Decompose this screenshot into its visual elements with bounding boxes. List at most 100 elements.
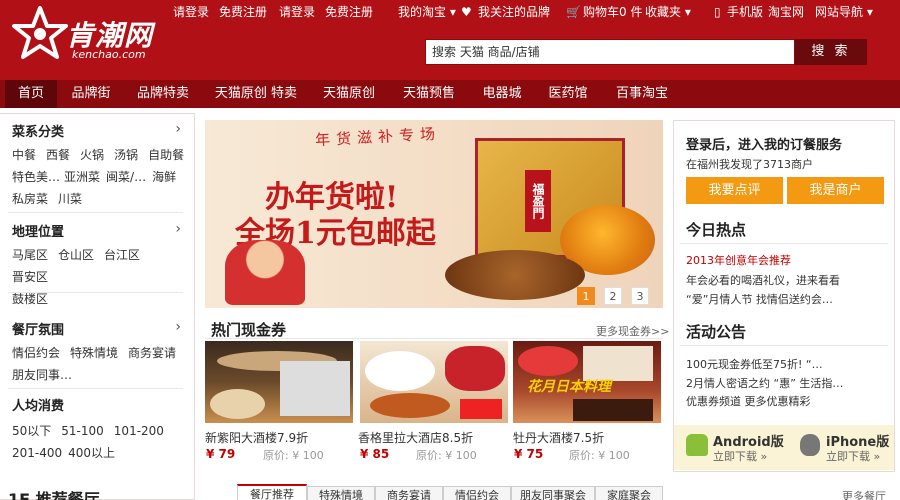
nav-item-brand-street[interactable]: 品牌街 <box>62 80 120 108</box>
search-input[interactable]: 搜索 天猫 商品/店铺 <box>425 39 795 65</box>
ambience-link[interactable]: 特殊情境 <box>70 346 118 360</box>
coupon-name[interactable]: 新紫阳大酒楼7.9折 <box>205 429 308 446</box>
floor-tab[interactable]: 朋友同事聚会 <box>511 486 595 500</box>
search-button[interactable]: 搜 索 <box>795 39 867 65</box>
location-links: 马尾区 仓山区 台江区晋安区 鼓楼区 <box>12 244 187 310</box>
price-link[interactable]: 50以下 <box>12 424 51 438</box>
cuisine-link[interactable]: 私房菜 <box>12 192 48 206</box>
hot-topic-link[interactable]: “爱”月情人节 找情侣送约会… <box>686 291 833 307</box>
hot-topic-link[interactable]: 2013年创意年会推荐 <box>686 252 791 268</box>
chevron-right-icon[interactable]: › <box>175 319 181 335</box>
android-icon[interactable] <box>686 434 708 456</box>
activity-link[interactable]: 优惠券频道 更多优惠精彩 <box>686 393 811 409</box>
hot-topic-link[interactable]: 年会必看的喝酒礼仪，进来看看 <box>686 272 840 288</box>
dish-shape <box>370 393 450 418</box>
chevron-right-icon[interactable]: › <box>175 121 181 137</box>
merchant-button[interactable]: 我是商户 <box>787 177 884 204</box>
taobao-link[interactable]: 淘宝网 <box>768 0 804 24</box>
site-nav-menu[interactable]: 网站导航 ▾ <box>815 0 873 24</box>
location-section: 地理位置 › 马尾区 仓山区 台江区晋安区 鼓楼区 <box>12 221 187 310</box>
coupon-name[interactable]: 香格里拉大酒店8.5折 <box>358 429 473 446</box>
cuisine-link[interactable]: 中餐 <box>12 148 36 162</box>
price-link[interactable]: 51-100 <box>61 424 104 438</box>
login-link-1[interactable]: 请登录 <box>173 0 209 24</box>
logo-domain: kenchao.com <box>72 48 146 61</box>
activity-link[interactable]: 2月情人密语之约 “惠” 生活指… <box>686 375 843 391</box>
mobile-icon: ▯ <box>714 5 721 19</box>
floor-tab[interactable]: 情侣约会 <box>443 486 511 500</box>
location-link[interactable]: 仓山区 <box>58 248 94 262</box>
cuisine-link[interactable]: 汤锅 <box>114 148 138 162</box>
coupon-original-price: 原价: ¥ 100 <box>416 449 477 462</box>
ambience-link[interactable]: 商务宴请 <box>128 346 176 360</box>
cuisine-link[interactable]: 闽菜/… <box>106 170 146 184</box>
banner-ribbon: 年货滋补专场 <box>314 124 442 150</box>
ambience-section: 餐厅氛围 › 情侣约会 特殊情境 商务宴请 朋友同事… <box>12 319 187 386</box>
dish-plate-shape <box>280 361 350 416</box>
location-link[interactable]: 鼓楼区 <box>12 292 48 306</box>
price-section: 人均消费 50以下 51-100 101-200 201-400 400以上 <box>12 395 187 464</box>
nav-item-home[interactable]: 首页 <box>5 80 57 108</box>
banner-page-dot[interactable]: 3 <box>631 287 649 305</box>
cuisine-link[interactable]: 海鲜 <box>152 170 176 184</box>
mobile-link[interactable]: 手机版 <box>727 0 763 24</box>
banner-page-dot[interactable]: 2 <box>604 287 622 305</box>
coupon-name[interactable]: 牡丹大酒楼7.5折 <box>513 429 604 446</box>
chevron-down-icon: ▾ <box>684 5 691 19</box>
favorites-menu[interactable]: 收藏夹 ▾ <box>645 0 691 24</box>
cuisine-link[interactable]: 特色美… <box>12 170 60 184</box>
price-link[interactable]: 201-400 <box>12 446 62 460</box>
cuisine-link[interactable]: 火锅 <box>80 148 104 162</box>
apple-icon[interactable] <box>800 434 820 456</box>
nav-item-tmall-original[interactable]: 天猫原创 <box>315 80 383 108</box>
location-link[interactable]: 台江区 <box>104 248 140 262</box>
site-logo[interactable]: 肯潮网 kenchao.com <box>10 4 160 64</box>
coupon-image[interactable] <box>205 341 353 423</box>
nav-item-brand-sale[interactable]: 品牌特卖 <box>128 80 198 108</box>
nav-item-tmall-original-sale[interactable]: 天猫原创 特卖 <box>210 80 302 108</box>
price-link[interactable]: 101-200 <box>114 424 164 438</box>
login-link-2[interactable]: 请登录 <box>279 0 315 24</box>
register-link-1[interactable]: 免费注册 <box>219 0 267 24</box>
fav-brand-link[interactable]: 我关注的品牌 <box>478 0 550 24</box>
floor-tab[interactable]: 餐厅推荐 <box>237 484 307 500</box>
ambience-link[interactable]: 朋友同事… <box>12 368 72 382</box>
activity-link[interactable]: 100元现金券低至75折! “… <box>686 356 823 372</box>
iphone-download-link[interactable]: 立即下载 » <box>826 448 880 464</box>
nav-item-appliance[interactable]: 电器城 <box>474 80 530 108</box>
ambience-title[interactable]: 餐厅氛围 <box>12 319 187 338</box>
location-link[interactable]: 晋安区 <box>12 270 48 284</box>
banner-page-dot[interactable]: 1 <box>577 287 595 305</box>
register-link-2[interactable]: 免费注册 <box>325 0 373 24</box>
floor-tab[interactable]: 家庭聚会 <box>595 486 663 500</box>
review-button[interactable]: 我要点评 <box>686 177 783 204</box>
more-coupons-link[interactable]: 更多现金券>> <box>596 323 669 339</box>
site-nav-label: 网站导航 <box>815 5 864 19</box>
nav-item-tmall-presale[interactable]: 天猫预售 <box>395 80 463 108</box>
cuisine-link[interactable]: 亚洲菜 <box>64 170 100 184</box>
chevron-right-icon[interactable]: › <box>175 221 181 237</box>
more-restaurants-link[interactable]: 更多餐厅>> <box>842 488 900 500</box>
cart-icon: 🛒 <box>566 5 581 19</box>
table-shape <box>573 399 653 421</box>
cuisine-link[interactable]: 自助餐 <box>148 148 184 162</box>
divider <box>8 212 183 213</box>
floor-tab[interactable]: 特殊情境 <box>307 486 375 500</box>
coupon-image[interactable]: 花月日本料理 <box>513 341 661 423</box>
android-download-link[interactable]: 立即下载 » <box>713 448 767 464</box>
coupon-image[interactable] <box>360 341 508 423</box>
promo-banner[interactable]: 年货滋补专场 办年货啦! 全场1元包邮起 福盈門 <box>205 120 663 308</box>
floor-tab[interactable]: 商务宴请 <box>375 486 443 500</box>
location-link[interactable]: 马尾区 <box>12 248 48 262</box>
price-link[interactable]: 400以上 <box>68 446 115 460</box>
cuisine-title[interactable]: 菜系分类 <box>12 121 187 140</box>
cuisine-link[interactable]: 西餐 <box>46 148 70 162</box>
my-taobao-menu[interactable]: 我的淘宝 ▾ <box>398 0 456 24</box>
nav-item-baishi-taobao[interactable]: 百事淘宝 <box>607 80 677 108</box>
cuisine-link[interactable]: 川菜 <box>58 192 82 206</box>
divider <box>205 338 663 339</box>
location-title[interactable]: 地理位置 <box>12 221 187 240</box>
ambience-link[interactable]: 情侣约会 <box>12 346 60 360</box>
cart-link[interactable]: 购物车0 件 <box>583 0 642 24</box>
nav-item-pharmacy[interactable]: 医药馆 <box>540 80 596 108</box>
